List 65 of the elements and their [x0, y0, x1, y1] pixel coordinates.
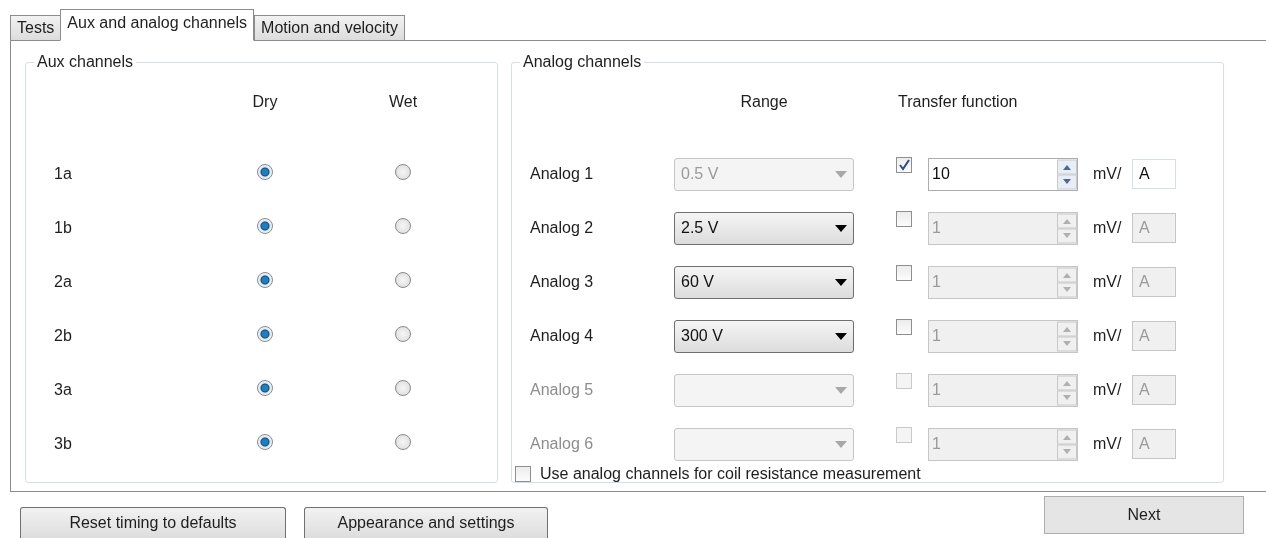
range-dropdown[interactable]: 300 V: [674, 319, 854, 353]
tab[interactable]: Tests: [10, 15, 62, 40]
caret-icon: [835, 332, 847, 340]
tab[interactable]: Motion and velocity: [254, 15, 405, 40]
radio-button[interactable]: [395, 164, 411, 180]
checkbox[interactable]: [896, 319, 912, 335]
radio-button[interactable]: [395, 380, 411, 396]
radio-button[interactable]: [257, 164, 273, 180]
radio-button[interactable]: [395, 218, 411, 234]
unit-label: mV/: [1093, 381, 1122, 399]
column-header: Dry: [252, 93, 278, 111]
caret-icon: [835, 278, 847, 286]
tab[interactable]: Aux and analog channels: [60, 9, 255, 41]
spinner-arrows-icon: [1057, 374, 1077, 406]
unit-label: mV/: [1093, 327, 1122, 345]
checkbox[interactable]: [515, 466, 531, 482]
unit-label: mV/: [1093, 435, 1122, 453]
action-button[interactable]: Appearance and settings: [304, 507, 548, 538]
unit-label: mV/: [1093, 165, 1122, 183]
channel-label: Analog 3: [530, 273, 595, 291]
channel-label: Analog 1: [530, 165, 595, 183]
radio-button[interactable]: [395, 326, 411, 342]
spinner-arrows-icon: [1057, 212, 1077, 244]
channel-label: Analog 4: [530, 327, 595, 345]
channel-label: 3b: [53, 435, 72, 453]
caret-icon: [835, 224, 847, 232]
group-title: Analog channels: [522, 53, 643, 71]
channel-label: 1b: [53, 219, 72, 237]
caret-icon: [835, 440, 847, 448]
action-button[interactable]: Reset timing to defaults: [20, 507, 286, 538]
range-dropdown[interactable]: 2.5 V: [674, 211, 854, 245]
radio-button[interactable]: [395, 434, 411, 450]
checkbox[interactable]: [896, 211, 912, 227]
group-title: Aux channels: [36, 53, 135, 71]
radio-button[interactable]: [257, 326, 273, 342]
unit-field[interactable]: A: [1132, 159, 1176, 189]
spinner-arrows-icon: [1057, 158, 1077, 190]
radio-button[interactable]: [257, 218, 273, 234]
checkbox[interactable]: [896, 265, 912, 281]
channel-label: 2a: [53, 273, 72, 291]
spinner-arrows-icon: [1057, 320, 1077, 352]
unit-label: mV/: [1093, 273, 1122, 291]
range-dropdown[interactable]: 60 V: [674, 265, 854, 299]
channel-label: 1a: [53, 165, 72, 183]
channel-label: Analog 5: [530, 381, 595, 399]
channel-label: 2b: [53, 327, 72, 345]
column-header: Transfer function: [898, 93, 1018, 110]
checkbox-label: Use analog channels for coil resistance measurement: [540, 465, 921, 483]
column-header: Wet: [388, 93, 418, 111]
radio-button[interactable]: [257, 434, 273, 450]
column-header: Range: [740, 93, 788, 110]
channel-label: Analog 6: [530, 435, 595, 453]
channel-label: 3a: [53, 381, 72, 399]
checkbox[interactable]: [896, 157, 912, 173]
caret-icon: [835, 170, 847, 178]
radio-button[interactable]: [257, 272, 273, 288]
unit-label: mV/: [1093, 219, 1122, 237]
spinner-arrows-icon: [1057, 428, 1077, 460]
channel-label: Analog 2: [530, 219, 595, 237]
number-field[interactable]: 10: [928, 157, 1078, 191]
radio-button[interactable]: [395, 272, 411, 288]
radio-button[interactable]: [257, 380, 273, 396]
caret-icon: [835, 386, 847, 394]
spinner-arrows-icon: [1057, 266, 1077, 298]
next-button[interactable]: Next: [1044, 496, 1244, 534]
